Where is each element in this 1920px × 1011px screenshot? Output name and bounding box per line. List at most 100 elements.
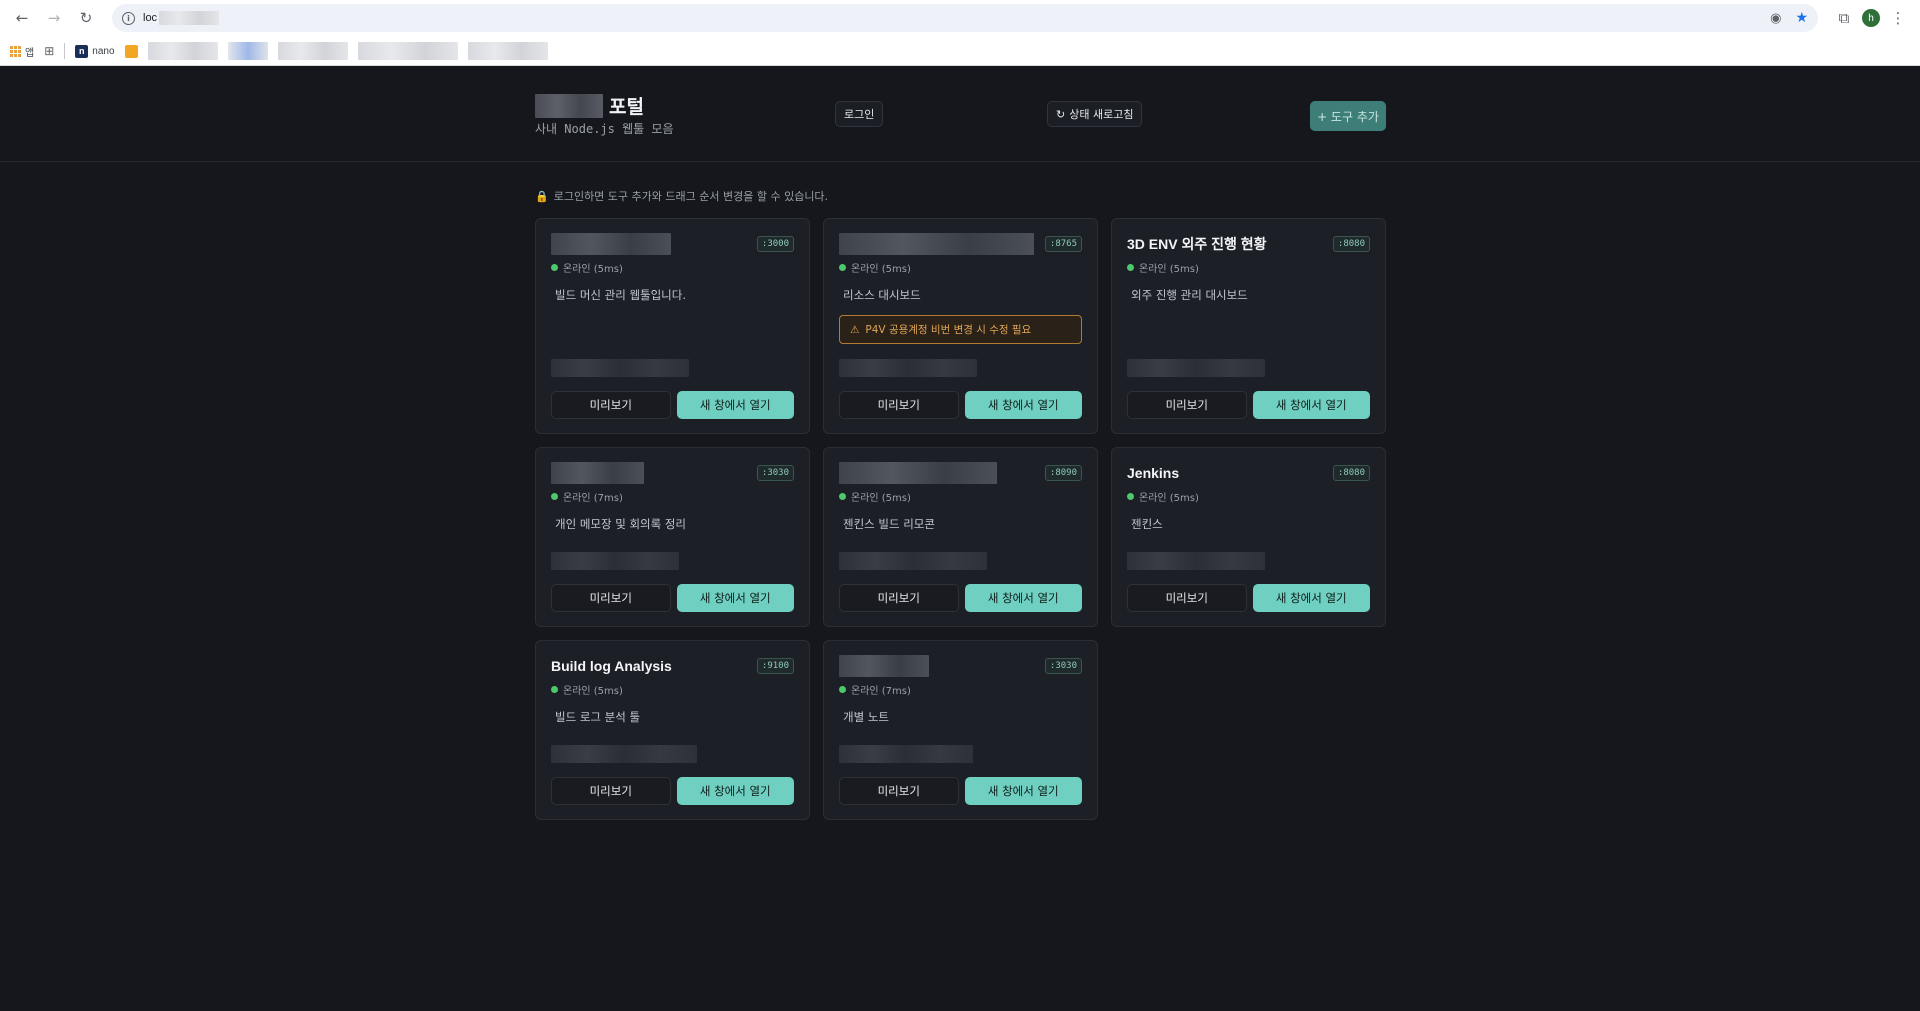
status-indicator: 온라인 (5ms) [551,260,794,275]
forward-icon[interactable]: → [40,4,68,32]
status-text: 온라인 (5ms) [851,264,911,275]
bookmark-separator [64,43,66,59]
bookmark-redacted[interactable] [467,42,548,60]
port-badge: :8080 [1332,465,1370,481]
online-dot-icon [839,264,846,271]
open-new-window-button[interactable]: 새 창에서 열기 [676,391,794,419]
tool-description: 빌드 로그 분석 툴 [555,710,641,724]
browser-chrome: ← → ↻ i loc ◉ ★ ⧉ h ⋮ 앱 ⊞ n nano [0,0,1920,66]
open-new-window-button[interactable]: 새 창에서 열기 [1252,391,1370,419]
online-dot-icon [1127,493,1134,500]
login-notice: 🔒 로그인하면 도구 추가와 드래그 순서 변경을 할 수 있습니다. [535,188,828,204]
tool-description: 개인 메모장 및 회의록 정리 [555,517,687,531]
portal-header: 포털 사내 Node.js 웹툴 모음 로그인 ↻ 상태 새로고침 + 도구 추… [0,66,1920,162]
title-redacted [535,93,603,118]
tool-card[interactable]: :3030 온라인 (7ms) 개별 노트 미리보기 새 창에서 열기 [823,640,1098,820]
tab-groups-icon[interactable]: ⊞ [44,44,54,58]
port-badge: :3030 [1044,658,1082,674]
open-new-window-button[interactable]: 새 창에서 열기 [676,584,794,612]
login-button[interactable]: 로그인 [835,101,884,127]
title-text: 포털 [609,96,644,118]
tool-path-redacted [551,745,697,763]
tool-description: 빌드 머신 관리 웹툴입니다. [555,288,687,302]
tool-card[interactable]: :8090 온라인 (5ms) 젠킨스 빌드 리모콘 미리보기 새 창에서 열기 [823,447,1098,627]
online-dot-icon [839,493,846,500]
status-indicator: 온라인 (5ms) [1127,260,1370,275]
page-title: 포털 [535,92,644,119]
address-bar[interactable]: i loc ◉ ★ [112,4,1818,32]
page-subtitle: 사내 Node.js 웹툴 모음 [535,122,674,136]
tool-title: Jenkins [1127,465,1180,481]
eye-icon[interactable]: ◉ [1770,11,1781,26]
preview-button[interactable]: 미리보기 [1127,391,1247,419]
profile-avatar[interactable]: h [1862,9,1880,27]
preview-button[interactable]: 미리보기 [551,777,671,805]
status-text: 온라인 (7ms) [563,493,623,504]
preview-button[interactable]: 미리보기 [839,391,959,419]
star-icon[interactable]: ★ [1795,10,1808,26]
preview-button[interactable]: 미리보기 [839,584,959,612]
back-icon[interactable]: ← [8,4,36,32]
tool-path-redacted [551,359,689,377]
site-info-icon[interactable]: i [122,11,135,25]
online-dot-icon [551,686,558,693]
warning-text: P4V 공용계정 비번 변경 시 수정 필요 [865,324,1032,336]
tool-card[interactable]: Jenkins :8080 온라인 (5ms) 젠킨스 미리보기 새 창에서 열… [1111,447,1386,627]
title-redacted [839,462,997,484]
status-text: 온라인 (5ms) [851,493,911,504]
warning-box: ⚠ P4V 공용계정 비번 변경 시 수정 필요 [839,315,1082,344]
online-dot-icon [839,686,846,693]
open-new-window-button[interactable]: 새 창에서 열기 [964,584,1082,612]
tool-card[interactable]: :3030 온라인 (7ms) 개인 메모장 및 회의록 정리 미리보기 새 창… [535,447,810,627]
port-badge: :8080 [1332,236,1370,252]
bookmark-orange-icon[interactable] [124,44,138,58]
preview-button[interactable]: 미리보기 [551,584,671,612]
tool-title [839,462,997,484]
open-new-window-button[interactable]: 새 창에서 열기 [1252,584,1370,612]
tool-description: 젠킨스 [1131,517,1163,531]
apps-grid-icon [10,45,21,57]
title-redacted [839,655,929,677]
status-text: 온라인 (5ms) [1139,264,1199,275]
open-new-window-button[interactable]: 새 창에서 열기 [676,777,794,805]
preview-button[interactable]: 미리보기 [1127,584,1247,612]
extensions-icon[interactable]: ⧉ [1830,4,1858,32]
tool-card[interactable]: :8765 온라인 (5ms) 리소스 대시보드 ⚠ P4V 공용계정 비번 변경… [823,218,1098,434]
bookmark-redacted[interactable] [277,42,348,60]
preview-button[interactable]: 미리보기 [551,391,671,419]
status-text: 온라인 (5ms) [563,686,623,697]
warning-icon: ⚠ [850,323,860,336]
bookmark-nano[interactable]: n nano [75,44,115,58]
tool-card[interactable]: :3000 온라인 (5ms) 빌드 머신 관리 웹툴입니다. 미리보기 새 창… [535,218,810,434]
online-dot-icon [1127,264,1134,271]
tool-path-redacted [839,359,977,377]
bookmark-apps[interactable]: 앱 [10,44,34,59]
url-redacted [159,11,220,25]
url-text: loc [143,12,158,24]
tool-card[interactable]: Build log Analysis :9100 온라인 (5ms) 빌드 로그… [535,640,810,820]
status-text: 온라인 (5ms) [1139,493,1199,504]
bookmark-redacted[interactable] [357,42,458,60]
bookmark-nano-label: nano [92,45,115,57]
port-badge: :3000 [756,236,794,252]
port-badge: :3030 [756,465,794,481]
tool-description: 외주 진행 관리 대시보드 [1131,288,1248,302]
reload-icon[interactable]: ↻ [72,4,100,32]
refresh-status-button[interactable]: ↻ 상태 새로고침 [1047,101,1143,127]
status-indicator: 온라인 (5ms) [839,260,1082,275]
menu-icon[interactable]: ⋮ [1884,4,1912,32]
tool-path-redacted [1127,552,1265,570]
tool-title [551,233,671,255]
open-new-window-button[interactable]: 새 창에서 열기 [964,777,1082,805]
preview-button[interactable]: 미리보기 [839,777,959,805]
tool-card[interactable]: 3D ENV 외주 진행 현황 :8080 온라인 (5ms) 외주 진행 관리… [1111,218,1386,434]
title-redacted [551,462,644,484]
bookmark-redacted[interactable] [227,42,268,60]
add-tool-button[interactable]: + 도구 추가 [1310,101,1386,131]
bookmarks-bar: 앱 ⊞ n nano [0,36,1920,66]
bookmark-redacted[interactable] [147,42,218,60]
open-new-window-button[interactable]: 새 창에서 열기 [964,391,1082,419]
status-indicator: 온라인 (7ms) [839,682,1082,697]
tool-grid: :3000 온라인 (5ms) 빌드 머신 관리 웹툴입니다. 미리보기 새 창… [535,218,1387,820]
refresh-icon: ↻ [1056,107,1066,121]
